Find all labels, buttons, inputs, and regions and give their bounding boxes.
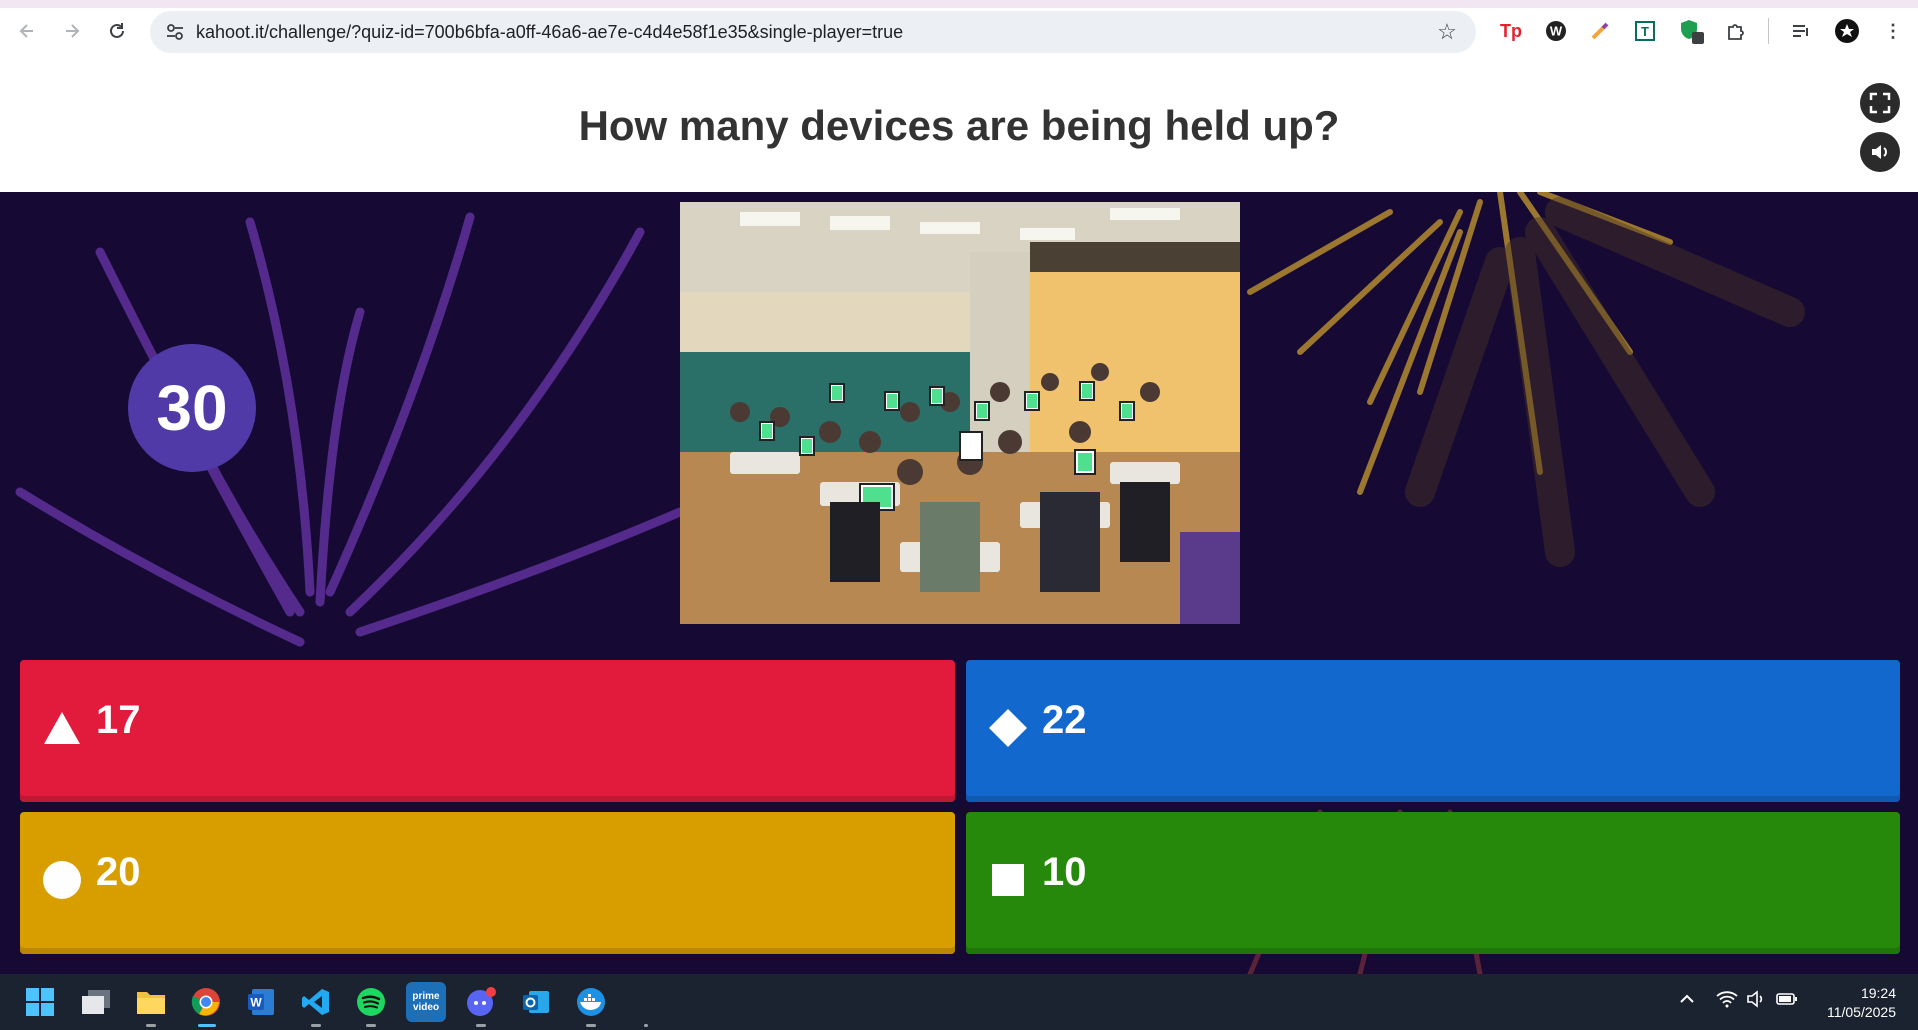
address-bar[interactable]: kahoot.it/challenge/?quiz-id=700b6bfa-a0…: [150, 11, 1476, 53]
wifi-icon[interactable]: [1716, 990, 1738, 1013]
arrow-right-icon: [66, 24, 80, 38]
clock-time: 19:24: [1860, 985, 1896, 1001]
vscode-button[interactable]: [296, 982, 336, 1022]
sound-button[interactable]: [1860, 132, 1900, 172]
spotify-icon: [357, 988, 385, 1016]
running-indicator: [366, 1024, 376, 1027]
shield-extension-icon[interactable]: 2: [1676, 16, 1710, 48]
svg-text:W: W: [250, 996, 262, 1010]
running-indicator: [146, 1024, 156, 1027]
diamond-icon: [989, 709, 1027, 747]
answer-button-2[interactable]: 22: [966, 660, 1900, 802]
forward-button[interactable]: [55, 14, 89, 48]
back-button[interactable]: [10, 14, 44, 48]
running-indicator: [586, 1024, 596, 1027]
clock-date: 11/05/2025: [1826, 1004, 1896, 1020]
show-hidden-icons-chevron-icon[interactable]: [1678, 990, 1696, 1013]
folder-icon: [137, 992, 165, 1014]
docker-button[interactable]: [571, 982, 611, 1022]
volume-icon[interactable]: [1746, 990, 1766, 1013]
extension-badge: 2: [1704, 37, 1710, 48]
prime-video-button[interactable]: prime video: [406, 982, 446, 1022]
vscode-icon: [302, 989, 329, 1015]
color-picker-extension-icon[interactable]: [1585, 16, 1615, 46]
system-clock[interactable]: 19:24 11/05/2025: [1827, 984, 1896, 1022]
classroom-photo-icon: [680, 202, 1240, 624]
running-indicator: [644, 1024, 648, 1027]
discord-button[interactable]: [461, 982, 501, 1022]
text-extension-icon[interactable]: T: [1630, 16, 1660, 46]
fullscreen-icon: [1869, 92, 1891, 114]
file-explorer-button[interactable]: [131, 982, 171, 1022]
start-button[interactable]: [20, 982, 60, 1022]
square-icon: [992, 864, 1024, 896]
answer-label-2: 22: [1042, 698, 1087, 742]
svg-text:W: W: [1550, 24, 1563, 39]
quiz-stage: 30 17 22 20 10: [0, 192, 1918, 974]
toolbar-separator: [1768, 18, 1769, 44]
outlook-icon: [523, 991, 549, 1013]
media-control-icon[interactable]: [1786, 16, 1816, 46]
discord-icon: [467, 987, 496, 1016]
answer-button-4[interactable]: 10: [966, 812, 1900, 954]
task-view-icon: [82, 990, 110, 1014]
word-icon: W: [248, 989, 274, 1015]
browser-toolbar: kahoot.it/challenge/?quiz-id=700b6bfa-a0…: [0, 0, 1918, 62]
question-header: How many devices are being held up?: [0, 62, 1918, 192]
svg-text:T: T: [1641, 24, 1649, 39]
extensions-puzzle-icon[interactable]: [1721, 16, 1751, 46]
windows-taskbar: W prime video 19:24 11/05/2025: [0, 974, 1918, 1030]
windows-logo-icon: [26, 988, 54, 1016]
arrow-left-icon: [19, 24, 33, 38]
running-indicator: [311, 1024, 321, 1027]
fullscreen-button[interactable]: [1860, 83, 1900, 123]
reload-button[interactable]: [100, 14, 134, 48]
profile-avatar[interactable]: [1832, 16, 1862, 46]
answer-label-1: 17: [96, 698, 141, 742]
chrome-icon: [191, 988, 220, 1016]
outlook-button[interactable]: [516, 982, 556, 1022]
task-view-button[interactable]: [76, 982, 116, 1022]
bookmark-star-icon[interactable]: ☆: [1434, 19, 1460, 45]
question-title: How many devices are being held up?: [578, 102, 1340, 149]
tp-extension-icon[interactable]: Tp: [1496, 16, 1526, 46]
countdown-timer: 30: [128, 344, 256, 472]
reload-icon: [110, 23, 124, 38]
speaker-icon: [1872, 145, 1887, 159]
docker-icon: [577, 988, 605, 1016]
answer-button-1[interactable]: 17: [20, 660, 955, 802]
site-settings-icon[interactable]: [164, 21, 186, 43]
prime-video-label: prime video: [412, 991, 440, 1013]
running-indicator: [476, 1024, 486, 1027]
tab-strip: [0, 0, 1918, 8]
answer-label-4: 10: [1042, 850, 1087, 894]
menu-kebab-icon[interactable]: ⋮: [1878, 16, 1908, 46]
answer-button-3[interactable]: 20: [20, 812, 955, 954]
triangle-icon: [44, 712, 80, 744]
spotify-button[interactable]: [351, 982, 391, 1022]
chrome-button[interactable]: [186, 982, 226, 1022]
wordpress-extension-icon[interactable]: W: [1541, 16, 1571, 46]
question-image: [680, 202, 1240, 624]
url-text[interactable]: kahoot.it/challenge/?quiz-id=700b6bfa-a0…: [196, 11, 903, 53]
word-button[interactable]: W: [241, 982, 281, 1022]
answer-label-3: 20: [96, 850, 141, 894]
active-indicator: [198, 1024, 216, 1027]
circle-icon: [43, 861, 81, 899]
battery-icon[interactable]: [1776, 990, 1798, 1013]
